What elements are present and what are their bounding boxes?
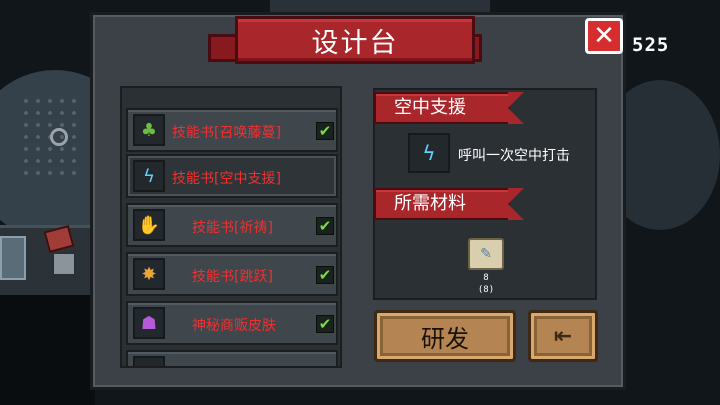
item-label: 神秘商贩皮肤 [192, 318, 276, 334]
list-item[interactable]: ✸ 技能书[跳跃] ✔ [126, 252, 338, 296]
research-button[interactable]: 研发 [374, 310, 516, 362]
panel-title: 设计台 [235, 16, 475, 64]
item-label: 技能书[跳跃] [192, 269, 273, 285]
exit-door-icon: ⇤ [553, 323, 573, 349]
item-label: 技能书[祈祷] [192, 220, 273, 236]
item-label: 技能书[召唤藤蔓] [172, 125, 281, 141]
background-floor-shadow [0, 295, 95, 405]
close-x-icon: ✕ [593, 21, 615, 51]
check-icon: ✔ [316, 266, 334, 284]
partial-item-icon: ● [133, 356, 165, 366]
score-counter: 525 [632, 34, 670, 56]
material-required: 8 [483, 273, 489, 283]
exit-button[interactable]: ⇤ [528, 310, 598, 362]
air-strike-icon: ϟ [133, 160, 165, 192]
research-label: 研发 [421, 324, 469, 353]
check-icon: ✔ [316, 122, 334, 140]
check-icon: ✔ [316, 217, 334, 235]
materials-ribbon: 所需材料 [374, 188, 524, 220]
plant-monster-icon: ♣ [133, 114, 165, 146]
item-description: 呼叫一次空中打击 [458, 148, 570, 164]
list-item[interactable]: ♣ 技能书[召唤藤蔓] ✔ [126, 108, 338, 152]
monitor-prop [0, 236, 26, 280]
merchant-skin-icon: ☗ [133, 307, 165, 339]
check-icon: ✔ [316, 315, 334, 333]
list-item[interactable]: ✋ 技能书[祈祷] ✔ [126, 203, 338, 247]
item-label: 技能书[空中支援] [172, 171, 281, 187]
air-strike-icon: ϟ [408, 133, 450, 173]
recipe-list[interactable]: ♣ 技能书[召唤藤蔓] ✔ ϟ 技能书[空中支援] ✋ 技能书[祈祷] ✔ ✸ … [120, 86, 342, 368]
list-item[interactable]: ● [126, 350, 338, 366]
list-item[interactable]: ☗ 神秘商贩皮肤 ✔ [126, 301, 338, 345]
close-button[interactable]: ✕ [585, 18, 623, 54]
gear-icon [50, 128, 68, 146]
jump-blast-icon: ✸ [133, 258, 165, 290]
blueprint-scroll-icon: ✎ [468, 238, 504, 270]
item-name-ribbon: 空中支援 [374, 92, 524, 124]
list-item[interactable]: ϟ 技能书[空中支援] [126, 154, 338, 198]
prayer-hand-icon: ✋ [133, 209, 165, 241]
material-owned: (8) [477, 285, 495, 295]
hammer-prop [52, 252, 76, 276]
background-top-wall [270, 0, 490, 12]
